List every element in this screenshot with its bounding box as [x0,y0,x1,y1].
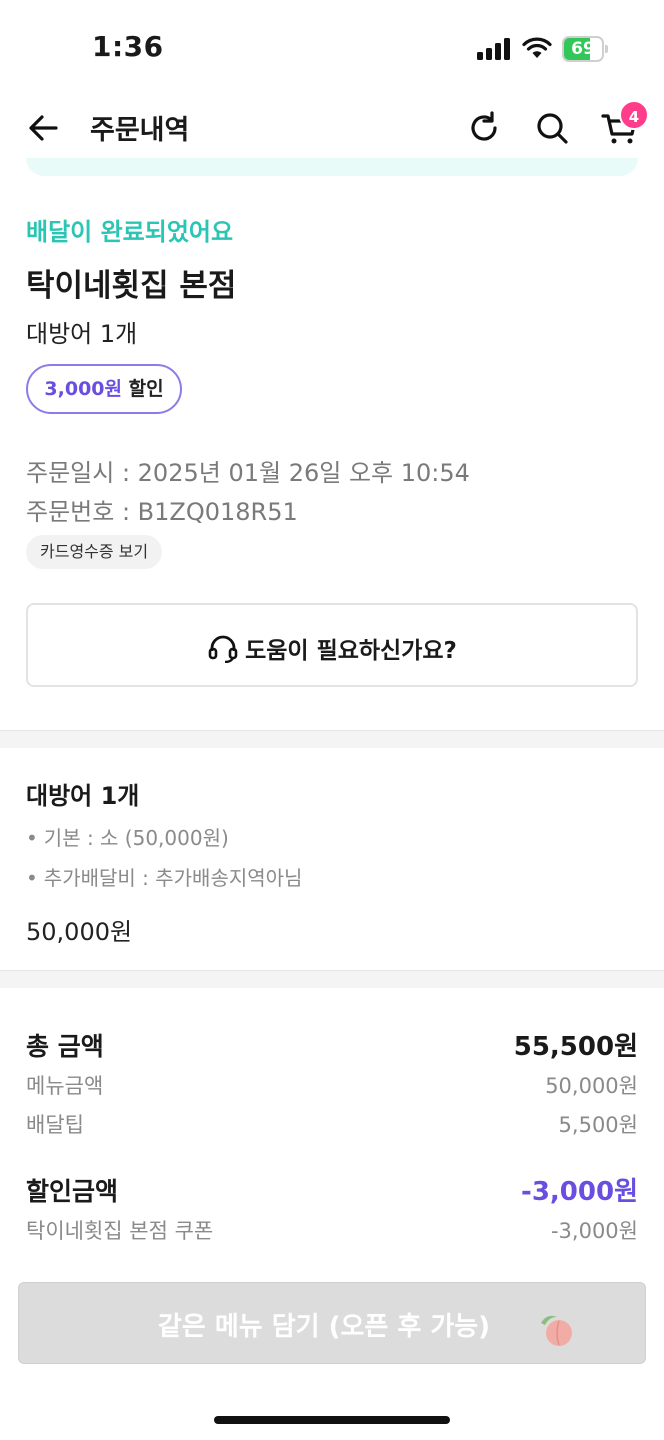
delivery-status: 배달이 완료되었어요 [26,218,234,246]
menu-option-text: 기본 : 소 (50,000원) [43,826,229,850]
menu-item-name: 대방어 1개 [26,782,140,810]
back-arrow-icon[interactable] [26,110,62,146]
discount-chip: 3,000원 할인 [26,364,182,414]
help-button-label: 도움이 필요하신가요? [245,638,457,664]
menu-option: • 기본 : 소 (50,000원) [26,826,229,850]
menu-amount-label: 메뉴금액 [26,1074,104,1098]
home-indicator [214,1416,450,1424]
coupon-value: -3,000원 [550,1219,638,1243]
page-title: 주문내역 [90,115,190,146]
status-time: 1:36 [92,30,164,63]
section-divider [0,730,664,748]
total-label: 총 금액 [26,1032,104,1061]
status-bar: 1:36 69 [0,0,664,96]
card-receipt-button[interactable]: 카드영수증 보기 [26,535,163,569]
cellular-signal-icon [477,38,510,60]
menu-option-text: 추가배달비 : 추가배송지역아님 [43,866,303,890]
wifi-icon [522,37,552,58]
discount-label: 할인금액 [26,1177,119,1206]
cart-count-badge: 4 [619,100,649,130]
menu-amount-value: 50,000원 [545,1074,638,1098]
coupon-label: 탁이네횟집 본점 쿠폰 [26,1219,214,1243]
refresh-icon[interactable] [466,110,502,146]
help-button[interactable]: 도움이 필요하신가요? [26,603,638,687]
search-icon[interactable] [534,110,570,146]
order-date: 주문일시 : 2025년 01월 26일 오후 10:54 [26,459,470,487]
menu-option: • 추가배달비 : 추가배송지역아님 [26,866,303,890]
order-number: 주문번호 : B1ZQ018R51 [26,498,298,526]
battery-icon: 69 [562,36,608,62]
reorder-button[interactable]: 같은 메뉴 담기 (오픈 후 가능) [18,1282,646,1364]
delivery-tip-value: 5,500원 [558,1113,638,1137]
headset-icon [208,635,238,663]
discount-chip-label: 할인 [128,378,164,400]
status-banner-edge [26,158,638,176]
order-item-summary: 대방어 1개 [26,320,138,348]
battery-percent: 69 [571,39,595,59]
section-divider [0,970,664,988]
menu-item-price: 50,000원 [26,918,133,946]
discount-chip-amount: 3,000원 [44,378,122,400]
peach-icon [541,1315,572,1346]
top-nav: 주문내역 [0,96,664,160]
total-value: 55,500원 [513,1032,638,1062]
discount-value: -3,000원 [521,1177,638,1207]
delivery-tip-label: 배달팁 [26,1113,84,1137]
store-name: 탁이네횟집 본점 [26,268,237,304]
